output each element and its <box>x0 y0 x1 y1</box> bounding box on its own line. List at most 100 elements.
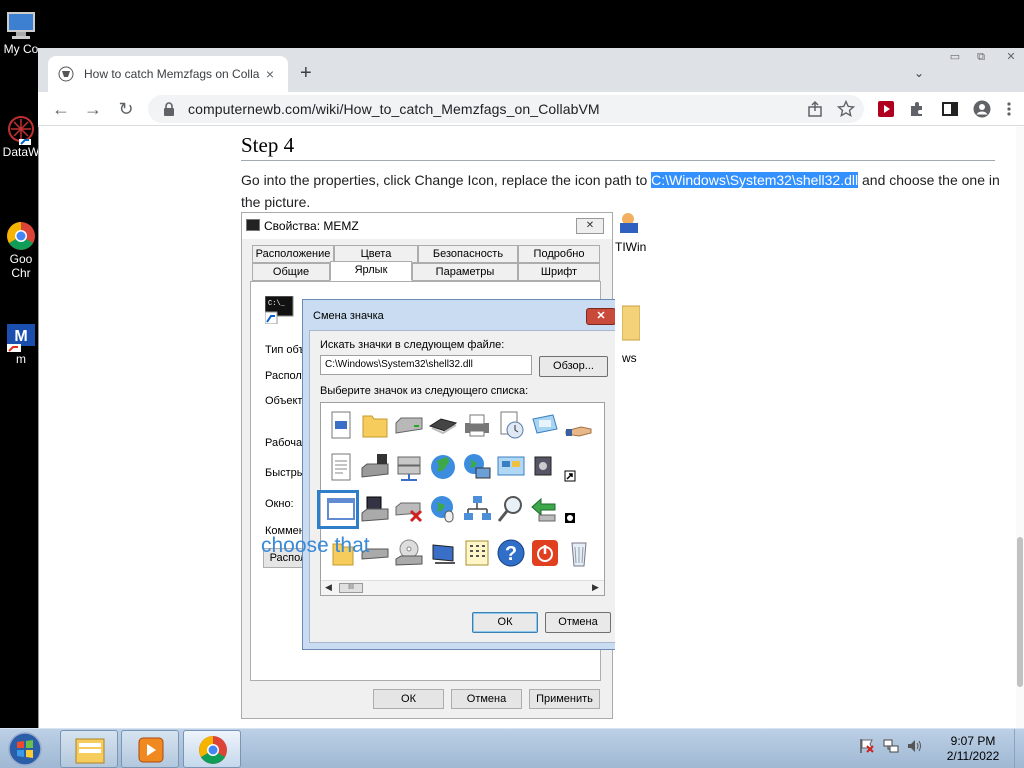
network-icon[interactable] <box>461 493 493 525</box>
magnifier-search-icon[interactable] <box>495 493 527 525</box>
tab-general[interactable]: Общие <box>252 263 330 281</box>
youtube-extension-icon[interactable] <box>877 100 895 118</box>
close-window-button[interactable]: ✕ <box>998 48 1024 66</box>
desktop-icon-my-computer[interactable]: My Co <box>0 10 42 56</box>
action-center-flag-icon[interactable] <box>858 737 876 755</box>
folder-icon[interactable] <box>359 409 391 441</box>
floppy-drive-icon[interactable] <box>359 493 391 525</box>
change-icon-ok-button[interactable]: ОК <box>472 612 538 633</box>
change-icon-close-button[interactable]: ✕ <box>586 308 615 325</box>
tab-details[interactable]: Подробно <box>518 245 600 263</box>
back-button[interactable]: ← <box>50 98 72 120</box>
step-paragraph: Go into the properties, click Change Ico… <box>241 169 1001 213</box>
background-icon-fragment <box>616 211 642 236</box>
power-shutdown-icon[interactable] <box>529 537 561 569</box>
monitor-computer-icon[interactable] <box>427 537 459 569</box>
svg-text:M: M <box>14 328 27 345</box>
minimize-button[interactable]: ▭ <box>942 48 968 66</box>
clock-shortcut-icon[interactable] <box>563 493 595 525</box>
annotation-choose-that: choose that <box>261 534 370 557</box>
browser-tab[interactable]: How to catch Memzfags on Colla × <box>48 56 288 92</box>
shortcut-arrow-icon[interactable] <box>563 451 595 483</box>
recycle-bin-icon[interactable] <box>563 537 595 569</box>
tab-search-button[interactable]: ⌄ <box>914 66 924 80</box>
reload-button[interactable]: ↻ <box>115 98 137 120</box>
properties-close-button[interactable]: ✕ <box>576 218 604 234</box>
hard-drive-icon[interactable] <box>393 409 425 441</box>
scrollbar-thumb[interactable] <box>1017 537 1023 687</box>
media-shortcut-icon[interactable] <box>529 451 561 483</box>
change-icon-cancel-button[interactable]: Отмена <box>545 612 611 633</box>
desktop-icon-label: My Co <box>3 42 39 56</box>
desktop-icon-datawiper[interactable]: DataW <box>0 113 42 159</box>
taskbar-chrome[interactable] <box>183 730 241 768</box>
taskbar-clock[interactable]: 9:07 PM 2/11/2022 <box>926 734 1020 764</box>
icon-path-input[interactable]: C:\Windows\System32\shell32.dll <box>320 355 532 375</box>
network-drive-icon[interactable] <box>359 451 391 483</box>
screen-window-icon[interactable] <box>529 409 561 441</box>
datawiper-icon <box>5 113 37 145</box>
icon-list-scrollbar[interactable]: ◀ III ▶ <box>321 580 604 595</box>
browse-button[interactable]: Обзор... <box>539 356 608 377</box>
text-document-icon[interactable] <box>325 451 357 483</box>
scroll-left-icon[interactable]: ◀ <box>325 582 332 593</box>
properties-apply-button[interactable]: Применить <box>529 689 600 709</box>
tab-strip: How to catch Memzfags on Colla × + ⌄ ▭ ⧉… <box>38 48 1024 92</box>
change-icon-dialog: Смена значка ✕ Искать значки в следующем… <box>302 299 615 650</box>
lock-icon <box>162 102 176 116</box>
globe-internet-icon[interactable] <box>427 451 459 483</box>
network-tray-icon[interactable] <box>882 737 900 755</box>
share-icon[interactable] <box>806 100 824 118</box>
tab-security[interactable]: Безопасность <box>418 245 518 263</box>
new-tab-button[interactable]: + <box>300 62 312 85</box>
calculator-grid-icon[interactable] <box>461 537 493 569</box>
taskbar-explorer[interactable] <box>60 730 118 768</box>
address-bar[interactable]: computernewb.com/wiki/How_to_catch_Memzf… <box>148 95 864 123</box>
printer-icon[interactable] <box>461 409 493 441</box>
network-server-icon[interactable] <box>393 451 425 483</box>
side-panel-icon[interactable] <box>941 100 959 118</box>
desktop-icon-google-chrome[interactable]: Goo Chr <box>0 220 42 280</box>
sharing-hand-icon[interactable] <box>563 409 595 441</box>
scroll-right-icon[interactable]: ▶ <box>592 582 599 593</box>
maximize-button[interactable]: ⧉ <box>968 48 994 66</box>
tab-options[interactable]: Параметры <box>412 263 518 281</box>
field-label-type: Тип объ <box>265 344 306 356</box>
show-desktop-button[interactable] <box>1014 729 1024 768</box>
properties-ok-button[interactable]: ОК <box>373 689 444 709</box>
tab-location[interactable]: Расположение <box>252 245 334 263</box>
memory-chip-icon[interactable] <box>427 409 459 441</box>
page-scrollbar[interactable] <box>1016 127 1024 728</box>
tab-close-icon[interactable]: × <box>262 66 278 82</box>
field-label-window: Окно: <box>265 498 294 510</box>
control-panel-icon[interactable] <box>495 451 527 483</box>
taskbar-media-player[interactable] <box>121 730 179 768</box>
help-question-icon[interactable]: ? <box>495 537 527 569</box>
globe-computer-icon[interactable] <box>461 451 493 483</box>
globe-mouse-icon[interactable] <box>427 493 459 525</box>
browser-toolbar: ← → ↻ computernewb.com/wiki/How_to_catch… <box>38 92 1024 126</box>
tab-font[interactable]: Шрифт <box>518 263 600 281</box>
disconnected-drive-icon[interactable] <box>393 493 425 525</box>
svg-text:?: ? <box>505 543 517 565</box>
taskbar: 9:07 PM 2/11/2022 <box>0 728 1024 768</box>
extensions-puzzle-icon[interactable] <box>908 100 926 118</box>
scroll-thumb[interactable]: III <box>339 583 363 593</box>
change-icon-body: Искать значки в следующем файле: C:\Wind… <box>309 330 615 643</box>
cd-drive-icon[interactable] <box>393 537 425 569</box>
chrome-menu-icon[interactable] <box>1000 100 1018 118</box>
properties-cancel-button[interactable]: Отмена <box>451 689 522 709</box>
profile-avatar-icon[interactable] <box>973 100 991 118</box>
start-button[interactable] <box>5 731 45 767</box>
green-arrow-icon[interactable] <box>529 493 561 525</box>
folder-icon <box>75 738 105 764</box>
wiki-favicon-icon <box>58 66 74 82</box>
clock-date: 2/11/2022 <box>946 749 1000 763</box>
desktop-icon-memz[interactable]: M m <box>0 320 42 366</box>
bookmark-star-icon[interactable] <box>836 99 856 118</box>
tab-shortcut[interactable]: Ярлык <box>330 261 412 281</box>
forward-button[interactable]: → <box>82 98 104 120</box>
volume-speaker-icon[interactable] <box>906 737 924 755</box>
document-window-icon[interactable] <box>325 409 357 441</box>
clock-document-icon[interactable] <box>495 409 527 441</box>
